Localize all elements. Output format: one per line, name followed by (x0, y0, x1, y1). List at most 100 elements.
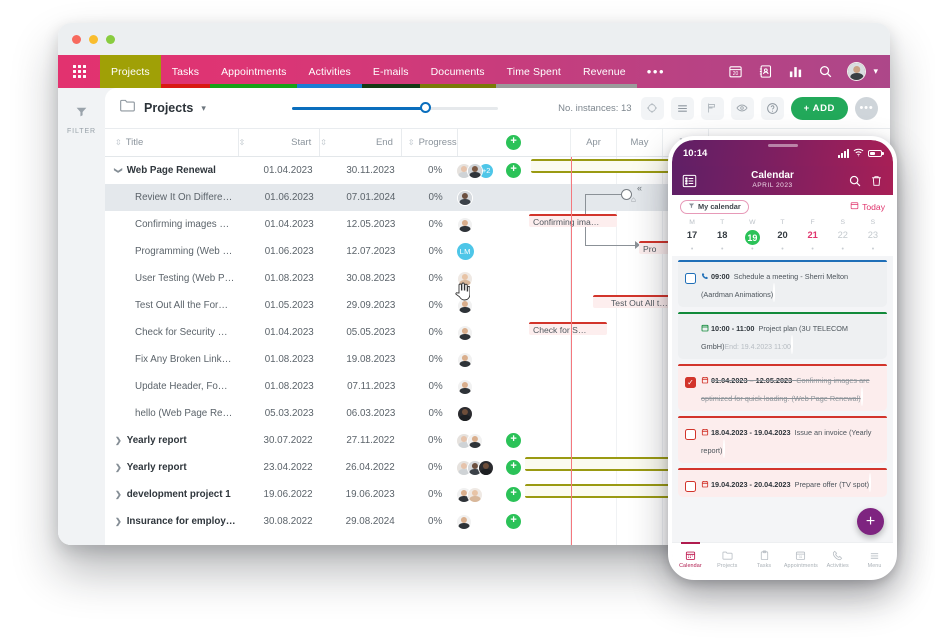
avatar[interactable] (456, 216, 473, 233)
table-row[interactable]: hello (Web Page Re… 05.03.2023 06.03.2023 0… (105, 400, 525, 427)
trash-icon[interactable] (870, 174, 883, 188)
week-day[interactable]: 23 (858, 228, 888, 247)
table-row[interactable]: Review It On Differe… 01.06.2023 07.01.202… (105, 184, 525, 211)
event-checkbox[interactable] (685, 429, 696, 440)
event-card[interactable]: ✓ 01.04.2023 – 12.05.2023 Confirming imag… (678, 364, 887, 411)
avatar[interactable] (467, 162, 484, 179)
phone-tab-projects[interactable]: Projects (709, 543, 746, 576)
week-day[interactable]: 19 (737, 228, 767, 247)
chevron-down-icon[interactable]: ▾ (873, 66, 878, 77)
nav-tab-documents[interactable]: Documents (419, 55, 496, 88)
table-row[interactable]: ❯ Yearly report 30.07.2022 27.11.2022 0% + (105, 427, 525, 454)
gantt-bar[interactable]: Confirming ima… (529, 214, 617, 227)
maximize-window-button[interactable] (106, 35, 115, 44)
chevron-down-icon[interactable]: ❯ (114, 167, 123, 174)
help-button[interactable] (760, 96, 784, 120)
plus-circle-green-icon[interactable]: + (506, 135, 522, 150)
column-header-title[interactable]: ⇳ Title (105, 129, 238, 156)
nav-more-button[interactable]: ••• (637, 55, 675, 88)
contacts-icon[interactable] (757, 63, 774, 80)
table-row[interactable]: Update Header, Fo… 01.08.2023 07.11.2023 0% (105, 373, 525, 400)
phone-tab-appointments[interactable]: 31 Appointments (782, 543, 819, 576)
event-avatar[interactable] (773, 283, 776, 302)
event-avatar[interactable] (869, 473, 872, 492)
column-header-start[interactable]: ⇳ Start (237, 129, 320, 156)
week-day[interactable]: 20 (767, 228, 797, 247)
table-row[interactable]: ❯ Insurance for employ… 30.08.2022 29.08.20… (105, 508, 525, 535)
chevron-down-icon[interactable]: ▾ (201, 103, 206, 114)
plus-circle-green-icon[interactable]: + (506, 433, 522, 448)
avatar[interactable] (847, 62, 867, 81)
my-calendar-chip[interactable]: My calendar (680, 199, 749, 214)
table-row[interactable]: ❯ Web Page Renewal 01.04.2023 30.11.2023 0% +… (105, 157, 525, 184)
phone-tab-tasks[interactable]: Tasks (746, 543, 783, 576)
avatar[interactable] (478, 459, 495, 476)
phone-tab-activities[interactable]: Activities (819, 543, 856, 576)
avatar[interactable] (456, 189, 473, 206)
nav-tab-revenue[interactable]: Revenue (571, 55, 637, 88)
gantt-view-button[interactable] (700, 96, 724, 120)
nav-tab-emails[interactable]: E-mails (361, 55, 420, 88)
avatar[interactable] (456, 513, 473, 530)
add-fab-button[interactable]: + (857, 508, 884, 535)
timeline-zoom-slider[interactable] (291, 101, 498, 115)
column-header-end[interactable]: ⇳ End (319, 129, 401, 156)
event-checkbox[interactable] (685, 273, 696, 284)
nav-tab-time-spent[interactable]: Time Spent (495, 55, 572, 88)
nav-tab-activities[interactable]: Activities (297, 55, 362, 88)
phone-tab-calendar[interactable]: Calendar (672, 542, 709, 576)
plus-circle-green-icon[interactable]: + (506, 460, 522, 475)
search-icon[interactable] (817, 63, 834, 80)
event-avatar[interactable] (722, 439, 725, 458)
avatar[interactable] (467, 432, 484, 449)
chevron-right-icon[interactable]: ❯ (115, 436, 122, 445)
event-card[interactable]: 19.04.2023 - 20.04.2023 Prepare offer (T… (678, 468, 887, 497)
plus-circle-green-icon[interactable]: + (506, 163, 522, 178)
avatar[interactable] (456, 405, 473, 422)
avatar[interactable] (456, 378, 473, 395)
search-icon[interactable] (848, 174, 862, 188)
more-options-button[interactable]: ••• (855, 96, 878, 120)
table-row[interactable]: ❯ development project 1 19.06.2022 19.06.20… (105, 481, 525, 508)
phone-event-list[interactable]: 09:00 Schedule a meeting - Sherri Melton… (672, 256, 893, 542)
avatar-initials[interactable]: LM (456, 243, 474, 260)
visibility-button[interactable] (730, 96, 754, 120)
add-button[interactable]: + ADD (790, 96, 848, 120)
column-header-progress[interactable]: ⇳ Progress (400, 129, 457, 156)
table-row[interactable]: Fix Any Broken Link… 01.08.2023 19.08.2023… (105, 346, 525, 373)
avatar[interactable] (456, 351, 473, 368)
nav-tab-tasks[interactable]: Tasks (160, 55, 211, 88)
week-day[interactable]: 22 (828, 228, 858, 247)
event-checkbox[interactable] (685, 481, 696, 492)
critical-path-button[interactable] (640, 96, 664, 120)
list-view-button[interactable] (670, 96, 694, 120)
event-avatar[interactable] (790, 335, 793, 354)
table-row[interactable]: Check for Security … 01.04.2023 05.05.2023… (105, 319, 525, 346)
avatar[interactable] (456, 324, 473, 341)
reports-bar-chart-icon[interactable] (787, 63, 804, 80)
today-button[interactable]: Today (850, 201, 885, 212)
folder-selector[interactable]: Projects ▾ (119, 98, 206, 118)
gantt-bar[interactable]: Check for S… (529, 322, 607, 335)
phone-tab-menu[interactable]: Menu (856, 543, 893, 576)
table-row[interactable]: Confirming images … 01.04.2023 12.05.2023 0… (105, 211, 525, 238)
minimize-window-button[interactable] (89, 35, 98, 44)
apps-grid-button[interactable] (58, 55, 100, 88)
event-card[interactable]: 09:00 Schedule a meeting - Sherri Melton… (678, 260, 887, 307)
chevron-right-icon[interactable]: ❯ (115, 490, 122, 499)
table-row[interactable]: Programming (Web … 01.06.2023 12.07.2023 0%… (105, 238, 525, 265)
plus-circle-green-icon[interactable]: + (506, 487, 522, 502)
event-avatar[interactable] (860, 387, 863, 406)
close-window-button[interactable] (72, 35, 81, 44)
list-menu-icon[interactable] (682, 174, 697, 188)
funnel-filter-icon[interactable] (75, 105, 88, 123)
nav-tab-appointments[interactable]: Appointments (210, 55, 298, 88)
slider-knob[interactable] (419, 102, 431, 113)
week-day[interactable]: 21 (798, 228, 828, 247)
event-checkbox[interactable]: ✓ (685, 377, 696, 388)
calendar-20-icon[interactable]: 20 (727, 63, 744, 80)
avatar[interactable] (467, 486, 484, 503)
week-day[interactable]: 18 (707, 228, 737, 247)
event-card[interactable]: 18.04.2023 - 19.04.2023 Issue an invoice… (678, 416, 887, 463)
chevron-right-icon[interactable]: ❯ (115, 517, 122, 526)
